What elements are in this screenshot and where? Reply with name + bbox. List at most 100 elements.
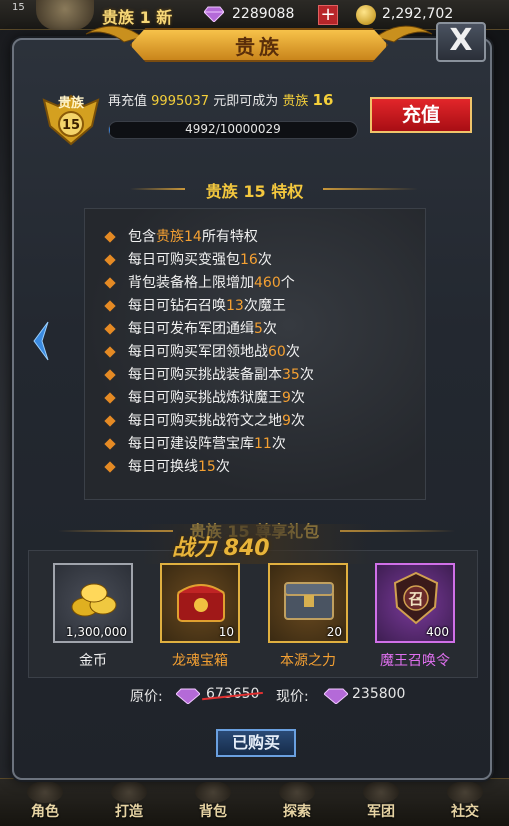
diamond-icon [176,688,200,704]
item-count: 1,300,000 [65,625,127,639]
privilege-item: 每日可购买变强包16次 [128,249,272,269]
item-name: 本源之力 [280,653,336,669]
privilege-heading: 贵族 15 特权 [205,182,304,201]
item-slot-origin-power[interactable]: 20 [268,563,348,643]
privilege-post: 次 [299,367,314,383]
privilege-item: 每日可钻石召唤13次魔王 [128,295,286,315]
privilege-item: 包含贵族14所有特权 [128,226,258,246]
current-price-value-wrap: 235800 [352,686,405,702]
privilege-item: 每日可购买挑战符文之地9次 [128,410,305,430]
svg-text:召: 召 [408,590,423,608]
social-icon [447,781,483,803]
privilege-item: 每日可建设阵营宝库11次 [128,433,286,453]
original-price-label: 原价: [130,689,163,705]
privilege-pre: 包含 [128,229,156,245]
current-price-label-wrap: 现价: [276,686,309,706]
item-count: 400 [426,625,449,639]
privilege-pre: 每日可发布军团通缉 [128,321,254,337]
privilege-post: 所有特权 [201,229,258,245]
privilege-post: 次 [290,413,305,429]
privilege-hl: 60 [268,344,286,360]
privilege-post: 次 [262,321,277,337]
character-icon [27,781,63,803]
original-price-value-wrap: 673650 [202,686,264,702]
privilege-hl: 贵族14 [156,229,202,245]
privilege-item: 每日可购买挑战炼狱魔王9次 [128,387,305,407]
nav-forge[interactable]: 打造 [104,801,154,821]
privilege-hl: 11 [254,436,272,452]
current-price-value: 235800 [352,686,406,702]
privilege-pre: 每日可购买军团领地战 [128,344,268,360]
legion-icon [363,781,399,803]
privilege-post: 次 [285,344,300,360]
recharge-target-level: 16 [312,91,334,109]
privilege-hl: 5 [254,321,263,337]
recharge-hint: 再充值 9995037 元即可成为 贵族 16 [108,90,333,109]
nav-bag[interactable]: 背包 [188,801,238,821]
privilege-pre: 每日可购买变强包 [128,252,240,268]
item-name: 金币 [79,653,107,669]
privilege-item: 每日可购买挑战装备副本35次 [128,364,314,384]
privilege-post: 个 [280,275,295,291]
item-count: 20 [326,625,342,639]
original-price: 原价: [130,686,163,706]
diamond-icon [324,688,348,704]
add-gems-button[interactable]: + [318,5,338,25]
diamond-icon [204,6,224,22]
privilege-pre: 每日可钻石召唤 [128,298,226,314]
privilege-hl: 15 [198,459,216,475]
privilege-post: 次魔王 [243,298,286,314]
badge-label: 贵族 [57,96,84,111]
forge-icon [111,781,147,803]
red-chest-icon [177,584,225,622]
previous-arrow-icon[interactable] [30,320,50,362]
item-slot-dragon-chest[interactable]: 10 [160,563,240,643]
nav-legion[interactable]: 军团 [356,801,406,821]
player-level: 15 [12,2,25,13]
privilege-hl: 13 [226,298,244,314]
privilege-post: 次 [257,252,272,268]
explore-icon [279,781,315,803]
privilege-hl: 460 [254,275,281,291]
privilege-hl: 9 [282,390,291,406]
summon-token-icon: 召 [393,571,439,625]
coin-icon [356,5,376,25]
nav-explore[interactable]: 探索 [272,801,322,821]
recharge-button[interactable]: 充值 [370,97,472,133]
privilege-pre: 每日可购买挑战炼狱魔王 [128,390,282,406]
gold-coins-icon [71,583,117,617]
original-price-value: 673650 [202,686,264,702]
privilege-post: 次 [271,436,286,452]
item-count: 10 [218,625,234,639]
privilege-pre: 每日可购买挑战装备副本 [128,367,282,383]
bag-icon [195,781,231,803]
nav-character[interactable]: 角色 [20,801,70,821]
privilege-pre: 背包装备格上限增加 [128,275,254,291]
silver-chest-icon [284,582,334,620]
dialog-title: 贵族 [235,35,283,59]
gem-count: 2289088 [232,6,295,22]
privilege-item: 每日可购买军团领地战60次 [128,341,300,361]
privilege-post: 次 [290,390,305,406]
recharge-prefix: 再充值 [108,94,148,109]
privilege-pre: 每日可建设阵营宝库 [128,436,254,452]
bought-button[interactable]: 已购买 [216,729,296,757]
privilege-hl: 16 [240,252,258,268]
item-slot-gold[interactable]: 1,300,000 [53,563,133,643]
privilege-post: 次 [215,459,230,475]
privilege-item: 每日可发布军团通缉5次 [128,318,277,338]
recharge-amount: 9995037 [151,94,210,109]
recharge-middle: 元即可成为 [213,94,279,109]
item-name: 龙魂宝箱 [172,653,228,669]
nav-social[interactable]: 社交 [440,801,490,821]
privilege-hl: 9 [282,413,291,429]
privilege-pre: 每日可购买挑战符文之地 [128,413,282,429]
bottom-nav: 角色 打造 背包 探索 军团 社交 [0,778,509,826]
recharge-noble: 贵族 [282,94,309,109]
combat-power: 战力 840 [172,536,270,561]
item-slot-summon-token[interactable]: 召 400 [375,563,455,643]
privilege-hl: 35 [282,367,300,383]
item-name: 魔王召唤令 [380,653,450,669]
privilege-item: 每日可换线15次 [128,456,230,476]
close-button[interactable]: X [436,22,486,62]
